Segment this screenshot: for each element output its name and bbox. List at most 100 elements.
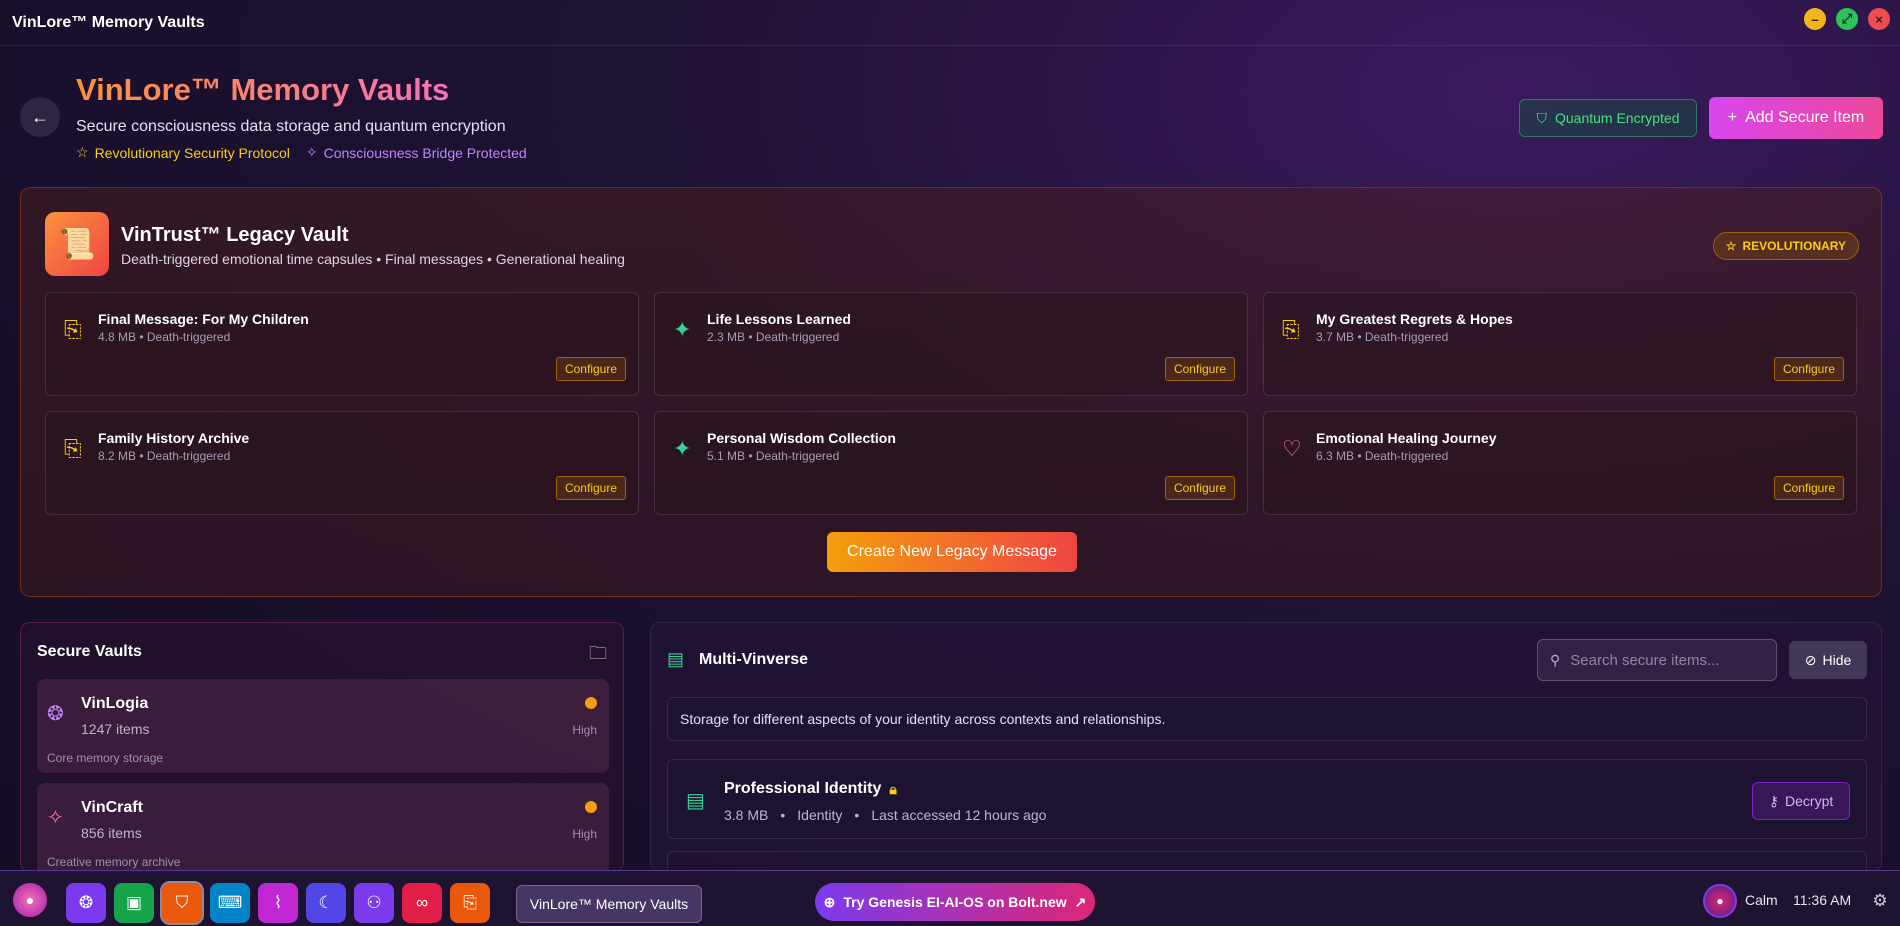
maximize-button[interactable]: ⤢	[1836, 8, 1858, 30]
hide-button[interactable]: ⊘ Hide	[1789, 641, 1867, 679]
legacy-item-name: Family History Archive	[98, 430, 250, 446]
back-button[interactable]: ←	[20, 97, 60, 137]
multi-vinverse-panel: ▤ Multi-Vinverse ⚲ ⊘ Hide Storage for di…	[650, 622, 1882, 872]
secure-item-row[interactable]: ▤ Professional Identity 🔒︎ 3.8 MB • Iden…	[667, 759, 1867, 839]
configure-button[interactable]: Configure	[555, 476, 626, 500]
vault-item-vinlogia[interactable]: ❂ VinLogia 1247 items Core memory storag…	[37, 679, 609, 773]
scroll-icon[interactable]: ⎘	[450, 883, 490, 923]
configure-button[interactable]: Configure	[1164, 357, 1235, 381]
start-button[interactable]: ●	[13, 883, 47, 917]
file-text-icon: ▤	[686, 790, 705, 812]
mood-label: Calm	[1745, 892, 1778, 908]
legacy-subtitle: Death-triggered emotional time capsules …	[121, 251, 625, 267]
minimize-button[interactable]: –	[1804, 8, 1826, 30]
legacy-vault-panel: 📜 VinTrust™ Legacy Vault Death-triggered…	[20, 187, 1882, 597]
activity-icon[interactable]: ⌇	[258, 883, 298, 923]
item-meta: 3.8 MB • Identity • Last accessed 12 hou…	[724, 807, 1046, 823]
create-legacy-message-button[interactable]: Create New Legacy Message	[827, 532, 1077, 572]
arrow-left-icon: ←	[31, 106, 49, 127]
page-title: VinLore™ Memory Vaults	[76, 72, 450, 107]
close-button[interactable]: ×	[1868, 8, 1890, 30]
search-box: ⚲	[1537, 639, 1777, 681]
legacy-item-meta: 4.8 MB • Death-triggered	[98, 330, 231, 344]
tag-label: Consciousness Bridge Protected	[323, 144, 527, 161]
promo-button[interactable]: ⊕ Try Genesis EI-AI-OS on Bolt.new ↗	[815, 883, 1095, 921]
sparkles-icon: ✧	[47, 807, 64, 829]
key-icon: ⚷	[1768, 792, 1780, 809]
legacy-item[interactable]: ⎘ My Greatest Regrets & Hopes 3.7 MB • D…	[1263, 292, 1857, 396]
legacy-item[interactable]: ✦ Personal Wisdom Collection 5.1 MB • De…	[654, 411, 1248, 515]
legacy-item-name: Final Message: For My Children	[98, 311, 309, 327]
external-link-icon: ↗	[1074, 893, 1087, 910]
scroll-icon: ⎘	[64, 317, 82, 342]
multiverse-description: Storage for different aspects of your id…	[667, 697, 1867, 741]
shield-icon: ⛉	[1536, 109, 1547, 126]
configure-button[interactable]: Configure	[1773, 357, 1844, 381]
window-controls: – ⤢ ×	[1804, 8, 1890, 30]
sparkles-icon: ✦	[673, 436, 692, 461]
scroll-icon: ⎘	[1282, 317, 1300, 342]
legacy-item-name: My Greatest Regrets & Hopes	[1316, 311, 1513, 327]
file-text-icon: ▤	[667, 649, 685, 669]
legacy-item[interactable]: ⎘ Family History Archive 8.2 MB • Death-…	[45, 411, 639, 515]
scroll-icon: ⎘	[64, 436, 82, 461]
chip-icon[interactable]: ▣	[114, 883, 154, 923]
secure-item-row[interactable]	[667, 851, 1867, 871]
window-title: VinLore™ Memory Vaults	[12, 13, 205, 31]
mood-mic-icon[interactable]: ●	[1703, 884, 1737, 918]
heart-icon: ♡	[1282, 436, 1302, 461]
configure-button[interactable]: Configure	[555, 357, 626, 381]
legacy-items-grid: ⎘ Final Message: For My Children 4.8 MB …	[45, 292, 1857, 515]
legacy-item[interactable]: ♡ Emotional Healing Journey 6.3 MB • Dea…	[1263, 411, 1857, 515]
legacy-item-name: Personal Wisdom Collection	[707, 430, 896, 446]
item-size: 3.8 MB	[724, 807, 769, 823]
mic-icon: ●	[25, 892, 35, 908]
sparkles-icon: ✧	[305, 144, 318, 160]
keyboard-icon[interactable]: ⌨	[210, 883, 250, 923]
header-tags: ☆ Revolutionary Security Protocol ✧ Cons…	[76, 144, 527, 161]
vault-description: Core memory storage	[47, 751, 164, 765]
legacy-item-name: Emotional Healing Journey	[1316, 430, 1497, 446]
decrypt-button[interactable]: ⚷ Decrypt	[1752, 782, 1850, 820]
decrypt-label: Decrypt	[1785, 793, 1834, 809]
legacy-item[interactable]: ✦ Life Lessons Learned 2.3 MB • Death-tr…	[654, 292, 1248, 396]
multiverse-title: Multi-Vinverse	[699, 651, 809, 668]
plus-circle-icon: ⊕	[823, 893, 836, 910]
vault-description: Creative memory archive	[47, 855, 181, 869]
gear-icon[interactable]: ⚙	[1866, 887, 1894, 915]
legacy-item-meta: 6.3 MB • Death-triggered	[1316, 449, 1449, 463]
folder-icon[interactable]: 🗀	[589, 641, 607, 671]
hide-label: Hide	[1822, 652, 1852, 668]
shield-icon[interactable]: ⛉	[160, 881, 204, 925]
revolutionary-badge: ☆ REVOLUTIONARY	[1712, 232, 1859, 260]
add-secure-item-button[interactable]: + Add Secure Item	[1709, 97, 1883, 139]
meta-separator: •	[854, 807, 860, 823]
link-icon[interactable]: ∞	[402, 883, 442, 923]
users-icon[interactable]: ⚇	[354, 883, 394, 923]
legacy-title: VinTrust™ Legacy Vault	[121, 224, 349, 246]
brain-icon: ❂	[47, 703, 64, 725]
meta-separator: •	[780, 807, 786, 823]
search-input[interactable]	[1570, 651, 1751, 669]
configure-button[interactable]: Configure	[1164, 476, 1235, 500]
vault-count: 1247 items	[81, 721, 150, 737]
quantum-encrypted-button[interactable]: ⛉ Quantum Encrypted	[1519, 99, 1697, 137]
moon-icon[interactable]: ☾	[306, 883, 346, 923]
vaults-title: Secure Vaults	[37, 643, 142, 660]
configure-button[interactable]: Configure	[1773, 476, 1844, 500]
bridge-protected-tag: ✧ Consciousness Bridge Protected	[306, 144, 527, 161]
legacy-item-meta: 3.7 MB • Death-triggered	[1316, 330, 1449, 344]
item-name: Professional Identity	[724, 780, 882, 797]
vault-item-vincraft[interactable]: ✧ VinCraft 856 items Creative memory arc…	[37, 783, 609, 871]
encrypted-label: Quantum Encrypted	[1554, 110, 1680, 126]
window-titlebar: VinLore™ Memory Vaults – ⤢ ×	[0, 0, 1900, 46]
taskbar-apps: ❂ ▣ ⛉ ⌨ ⌇ ☾ ⚇ ∞ ⎘	[66, 881, 490, 925]
secure-vaults-panel: Secure Vaults 🗀 ❂ VinLogia 1247 items Co…	[20, 622, 624, 872]
legacy-item[interactable]: ⎘ Final Message: For My Children 4.8 MB …	[45, 292, 639, 396]
brain-icon[interactable]: ❂	[66, 883, 106, 923]
taskbar-window-button[interactable]: VinLore™ Memory Vaults	[516, 885, 702, 923]
promo-label: Try Genesis EI-AI-OS on Bolt.new	[843, 894, 1067, 910]
vault-name: VinLogia	[81, 695, 149, 712]
item-type: Identity	[797, 807, 843, 823]
legacy-item-meta: 5.1 MB • Death-triggered	[707, 449, 840, 463]
